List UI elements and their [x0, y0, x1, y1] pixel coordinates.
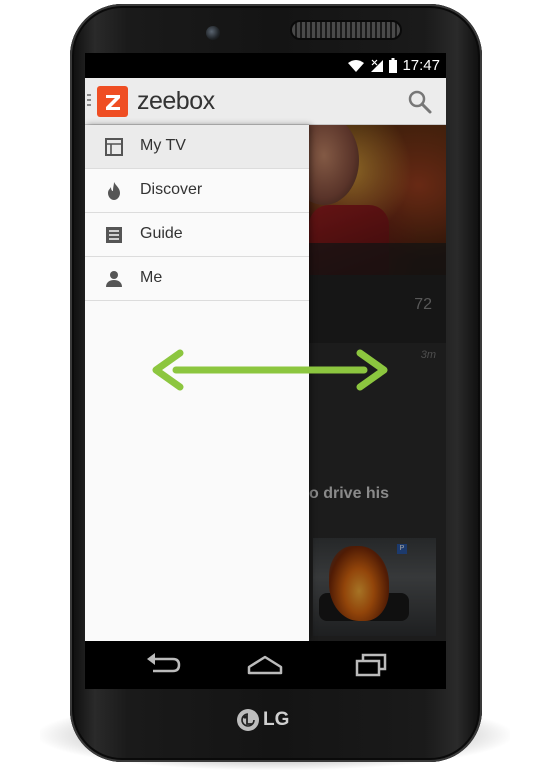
back-icon[interactable] — [143, 651, 183, 679]
lg-brand-text: LG — [263, 709, 290, 730]
drawer-item-guide[interactable]: Guide — [85, 213, 309, 257]
drawer-item-discover[interactable]: Discover — [85, 169, 309, 213]
swipe-arrow-icon — [152, 349, 388, 391]
drawer-item-label: My TV — [140, 137, 186, 154]
action-bar: zeebox — [85, 78, 446, 125]
person-icon — [106, 271, 122, 287]
zeebox-logo-icon[interactable] — [97, 86, 128, 117]
home-icon[interactable] — [245, 651, 285, 679]
earpiece-speaker — [290, 20, 402, 40]
status-bar: 17:47 — [85, 53, 446, 78]
drawer-item-me[interactable]: Me — [85, 257, 309, 301]
tv-icon — [105, 138, 123, 156]
drawer-item-my-tv[interactable]: My TV — [85, 125, 309, 169]
drawer-item-label: Guide — [140, 225, 183, 242]
lg-logo: LG — [237, 709, 289, 731]
system-nav-bar — [85, 641, 446, 689]
list-icon — [106, 227, 122, 243]
app-title: zeebox — [137, 87, 215, 115]
battery-icon — [389, 58, 398, 73]
drawer-item-label: Discover — [140, 181, 203, 198]
wifi-icon — [348, 59, 365, 72]
drawer-indicator-icon[interactable] — [87, 94, 91, 108]
search-icon — [408, 90, 432, 114]
recents-icon[interactable] — [351, 651, 391, 679]
flame-icon — [108, 182, 120, 200]
lg-emblem-icon — [237, 709, 259, 731]
signal-icon — [371, 59, 384, 72]
status-time: 17:47 — [402, 57, 440, 74]
front-camera — [206, 26, 220, 40]
drawer-item-label: Me — [140, 269, 163, 286]
search-button[interactable] — [407, 89, 433, 115]
